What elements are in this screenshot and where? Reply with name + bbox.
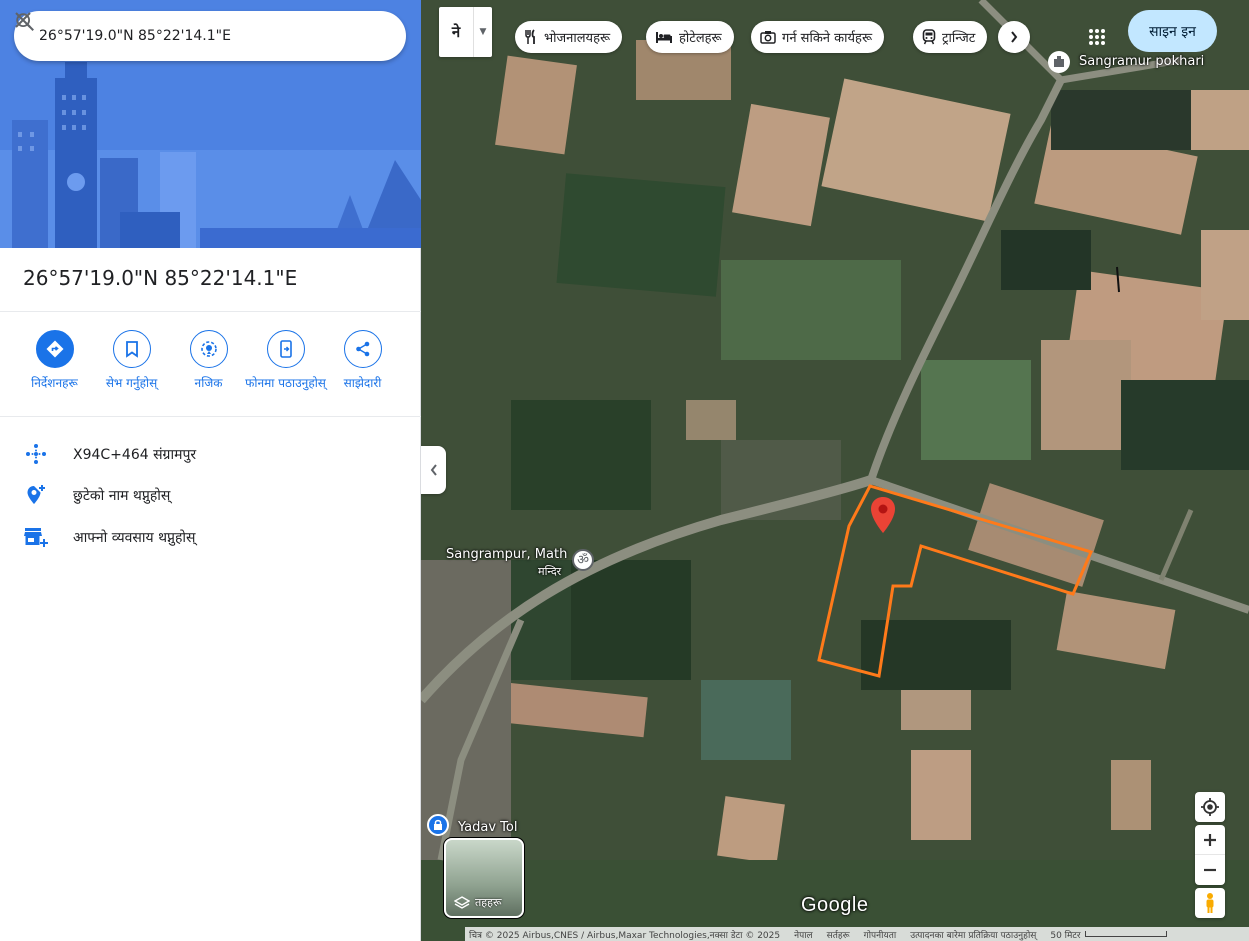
chip-things-to-do[interactable]: गर्न सकिने कार्यहरू (751, 21, 885, 53)
chip-restaurants-label: भोजनालयहरू (544, 31, 611, 46)
pond-poi-icon[interactable] (1048, 51, 1070, 73)
satellite-imagery (421, 0, 1249, 941)
chevron-right-icon (1011, 31, 1018, 43)
lock-poi-icon[interactable] (427, 814, 449, 836)
feedback-link[interactable]: उत्पादनका बारेमा प्रतिक्रिया पठाउनुहोस् (910, 928, 1036, 941)
location-pin-icon[interactable] (869, 495, 897, 535)
search-input[interactable]: 26°57'19.0"N 85°22'14.1"E (39, 28, 318, 44)
add-business-row[interactable]: आफ्नो व्यवसाय थप्नुहोस् (22, 523, 196, 551)
label-temple-category: मन्दिर (538, 565, 562, 578)
divider (0, 311, 421, 312)
share-icon (343, 330, 382, 368)
privacy-link[interactable]: गोपनीयता (864, 928, 897, 941)
search-button[interactable] (16, 13, 358, 56)
plus-code-text: X94C+464 संग्रामपुर (73, 446, 197, 463)
pegman-icon (1206, 893, 1214, 913)
transit-icon (922, 29, 936, 45)
share-label: साझेदारी (343, 376, 382, 390)
directions-icon (35, 330, 74, 368)
hero-illustration: 26°57'19.0"N 85°22'14.1"E (0, 0, 421, 248)
label-sangrampur-math[interactable]: Sangrampur, Math (446, 547, 567, 562)
restaurant-icon (524, 29, 538, 45)
plus-code-icon (22, 440, 50, 468)
layers-button[interactable]: तहहरू (444, 838, 524, 918)
scale-bar (1084, 931, 1167, 937)
chip-transit[interactable]: ट्रान्जिट (913, 21, 988, 53)
chip-things-to-do-label: गर्न सकिने कार्यहरू (782, 31, 873, 46)
camera-icon (760, 30, 776, 44)
om-temple-icon[interactable]: ॐ (572, 549, 594, 571)
place-title: 26°57'19.0"N 85°22'14.1"E (23, 266, 298, 290)
more-chips-button[interactable] (998, 21, 1030, 53)
attribution-bar: चित्र © 2025 Airbus,CNES / Airbus,Maxar … (465, 927, 1249, 941)
chip-restaurants[interactable]: भोजनालयहरू (515, 21, 623, 53)
language-selector[interactable]: ने ▼ (439, 7, 492, 57)
add-business-icon (22, 523, 50, 551)
nearby-button[interactable]: नजिक (170, 330, 247, 392)
my-location-icon (1201, 798, 1219, 816)
nearby-icon (189, 330, 228, 368)
add-missing-place-text: छुटेको नाम थप्नुहोस् (73, 487, 171, 504)
my-location-button[interactable] (1195, 792, 1225, 822)
collapse-panel-button[interactable] (421, 446, 446, 494)
divider (0, 416, 421, 417)
send-to-phone-icon (266, 330, 305, 368)
add-business-text: आफ्नो व्यवसाय थप्नुहोस् (73, 529, 196, 546)
sign-in-button[interactable]: साइन इन (1128, 10, 1217, 52)
country-link[interactable]: नेपाल (794, 928, 813, 941)
google-apps-button[interactable] (1077, 17, 1117, 57)
street-view-pegman[interactable] (1195, 888, 1225, 918)
bookmark-icon (112, 330, 151, 368)
close-icon (15, 12, 31, 28)
hotel-icon (655, 30, 673, 44)
save-button[interactable]: सेभ गर्नुहोस् (93, 330, 170, 392)
zoom-out-button[interactable] (1195, 855, 1225, 884)
chip-hotels[interactable]: होटेलहरू (646, 21, 734, 53)
chip-transit-label: ट्रान्जिट (942, 31, 976, 46)
scale-label[interactable]: 50 मिटर (1050, 928, 1080, 941)
minus-icon (1204, 868, 1216, 871)
label-yadav-tol[interactable]: Yadav Tol (458, 820, 517, 835)
share-button[interactable]: साझेदारी (324, 330, 401, 392)
google-logo: Google (801, 894, 869, 916)
apps-grid-icon (1089, 29, 1105, 45)
action-bar: निर्देशनहरू सेभ गर्नुहोस् नजिक फोनमा पठा… (16, 330, 406, 392)
side-panel: 26°57'19.0"N 85°22'14.1"E 26°57'19.0"N 8… (0, 0, 421, 941)
directions-button[interactable]: निर्देशनहरू (16, 330, 93, 392)
send-to-phone-button[interactable]: फोनमा पठाउनुहोस् (245, 330, 326, 392)
search-box[interactable]: 26°57'19.0"N 85°22'14.1"E (14, 11, 406, 61)
layers-icon (454, 895, 470, 909)
layers-label-group: तहहरू (454, 895, 502, 910)
add-missing-place-row[interactable]: छुटेको नाम थप्नुहोस् (22, 481, 170, 509)
layers-text: तहहरू (475, 896, 502, 909)
add-location-icon (22, 481, 50, 509)
clear-search-button[interactable] (15, 12, 398, 56)
zoom-controls (1195, 825, 1225, 885)
plus-code-row[interactable]: X94C+464 संग्रामपुर (22, 440, 196, 468)
plus-icon (1204, 834, 1216, 846)
label-sangramur-pokhari[interactable]: Sangramur pokhari (1079, 54, 1204, 69)
zoom-in-button[interactable] (1195, 826, 1225, 855)
satellite-map[interactable]: ने ▼ भोजनालयहरू होटेलहरू गर्न सकिने कार्… (421, 0, 1249, 941)
chevron-left-icon (430, 464, 437, 476)
chevron-down-icon[interactable]: ▼ (473, 7, 492, 57)
imagery-credits: चित्र © 2025 Airbus,CNES / Airbus,Maxar … (469, 930, 781, 941)
chip-hotels-label: होटेलहरू (679, 31, 722, 46)
terms-link[interactable]: सर्तहरू (827, 928, 850, 941)
language-label: ने (451, 23, 461, 41)
maps-app: 26°57'19.0"N 85°22'14.1"E 26°57'19.0"N 8… (0, 0, 1249, 941)
